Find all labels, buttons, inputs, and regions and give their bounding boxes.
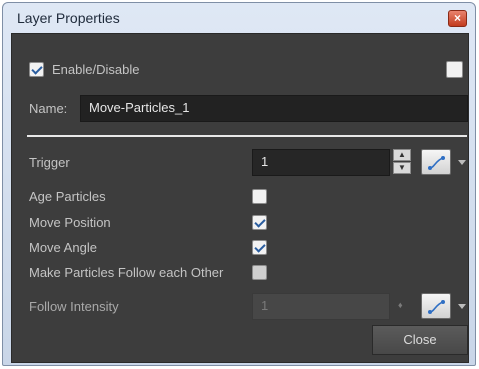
dialog-body: Enable/Disable Name: Move-Particles_1 Tr… <box>11 33 469 363</box>
age-particles-checkbox[interactable] <box>252 189 267 204</box>
option-label: Make Particles Follow each Other <box>29 265 224 280</box>
enable-checkbox[interactable] <box>29 62 44 77</box>
layer-properties-window: Layer Properties × Enable/Disable Name: … <box>2 2 476 366</box>
chevron-down-icon[interactable] <box>458 160 466 165</box>
option-label: Move Angle <box>29 240 97 255</box>
move-angle-checkbox[interactable] <box>252 240 267 255</box>
trigger-label: Trigger <box>29 155 70 170</box>
follow-intensity-function-button[interactable] <box>421 293 451 319</box>
trigger-function-button[interactable] <box>421 149 451 175</box>
enable-label: Enable/Disable <box>52 62 140 77</box>
layer-color-swatch[interactable] <box>446 61 463 78</box>
option-label: Age Particles <box>29 189 106 204</box>
spin-up-icon[interactable]: ▲ <box>393 149 411 161</box>
follow-intensity-label: Follow Intensity <box>29 299 119 314</box>
window-title: Layer Properties <box>17 10 120 26</box>
trigger-spinner[interactable]: ▲ ▼ <box>393 149 411 175</box>
separator <box>27 135 467 137</box>
curve-editor-icon <box>428 156 445 170</box>
trigger-input[interactable]: 1 <box>252 149 390 176</box>
spinner-icon: ♦ <box>398 300 403 310</box>
move-position-checkbox[interactable] <box>252 215 267 230</box>
spin-down-icon[interactable]: ▼ <box>393 162 411 174</box>
name-input[interactable]: Move-Particles_1 <box>80 95 468 122</box>
title-bar[interactable]: Layer Properties × <box>3 3 475 33</box>
option-label: Move Position <box>29 215 111 230</box>
window-close-button[interactable]: × <box>448 10 467 27</box>
follow-intensity-input[interactable]: 1 <box>252 293 390 320</box>
chevron-down-icon[interactable] <box>458 304 466 309</box>
curve-editor-icon <box>428 300 445 314</box>
name-label: Name: <box>29 101 68 116</box>
follow-each-other-checkbox[interactable] <box>252 265 267 280</box>
close-button[interactable]: Close <box>372 325 468 355</box>
